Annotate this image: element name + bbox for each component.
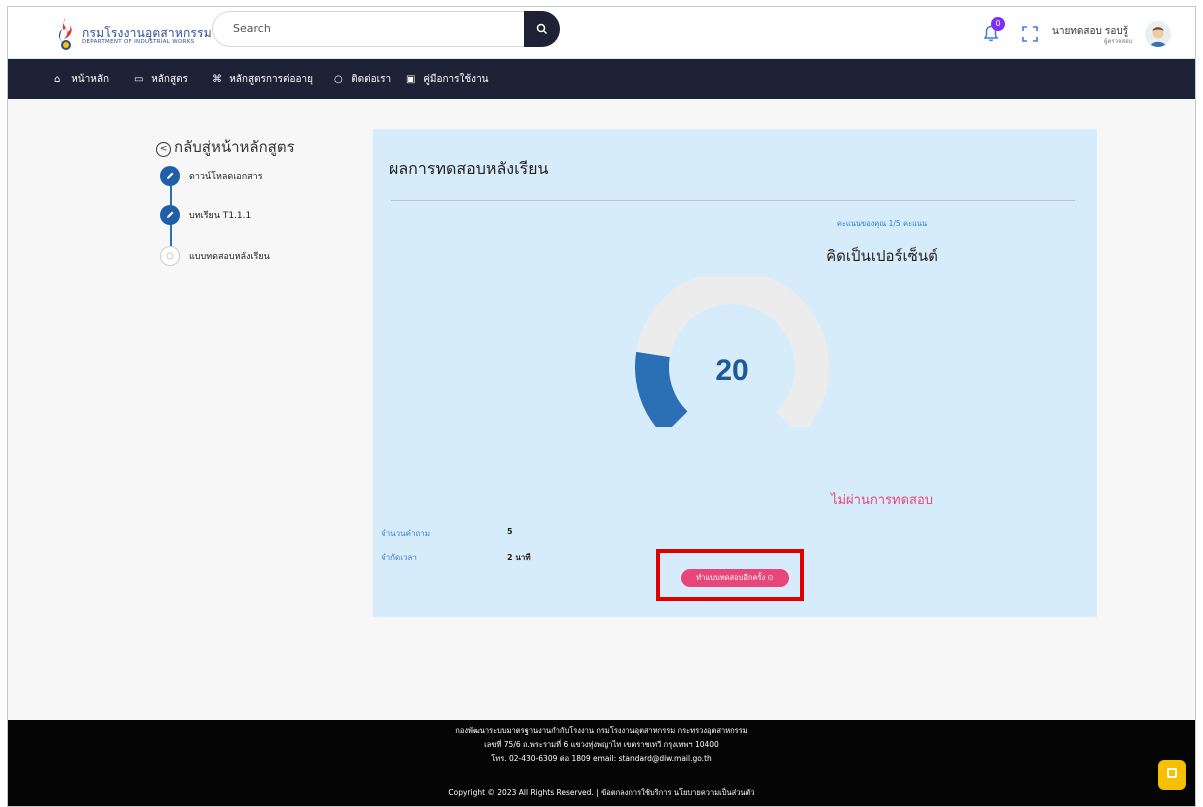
nav-item-courses[interactable]: ▭ หลักสูตร: [134, 72, 188, 87]
pencil-icon: [160, 205, 180, 225]
step-label: แบบทดสอบหลังเรียน: [189, 252, 270, 262]
user-avatar-icon: [1145, 21, 1171, 47]
footer-copyright[interactable]: Copyright © 2023 All Rights Reserved. | …: [8, 787, 1195, 799]
radio-circle-icon: [160, 246, 180, 266]
footer-org: กองพัฒนาระบบมาตรฐานงานกำกับโรงงาน กรมโรง…: [455, 726, 748, 735]
questions-value: 5: [507, 527, 513, 536]
flame-logo-icon: [58, 17, 72, 50]
nav-item-manual[interactable]: ▣ คู่มือการใช้งาน: [406, 72, 489, 87]
back-arrow-icon: <: [156, 142, 171, 157]
chat-icon: ○: [334, 74, 343, 85]
top-header: กรมโรงงานอุตสาหกรรม DEPARTMENT OF INDUST…: [8, 7, 1195, 59]
score-text: คะแนนของคุณ 1/5 คะแนน: [836, 219, 928, 228]
diw-logo[interactable]: กรมโรงงานอุตสาหกรรม DEPARTMENT OF INDUST…: [52, 15, 212, 53]
search-input[interactable]: Search: [233, 22, 271, 35]
nav-item-label: หลักสูตรการต่ออายุ: [229, 74, 313, 85]
status-text: ไม่ผ่านการทดสอบ: [830, 493, 934, 508]
search-button[interactable]: [524, 11, 560, 47]
retry-label: ทำแบบทดสอบอีกครั้ง: [696, 573, 766, 582]
nav-item-label: หลักสูตร: [151, 74, 188, 85]
test-result-panel: ผลการทดสอบหลังเรียน คะแนนของคุณ 1/5 คะแน…: [373, 129, 1097, 617]
pencil-icon: [160, 166, 180, 186]
page-title: ผลการทดสอบหลังเรียน: [389, 159, 549, 178]
user-role: ผู้ตรวจสอบ: [1104, 38, 1133, 45]
footer-address: เลขที่ 75/6 ถ.พระรามที่ 6 แขวงทุ่งพญาไท …: [484, 740, 719, 749]
manual-icon: ▣: [406, 74, 416, 85]
home-icon: ⌂: [54, 74, 61, 85]
footer-contact: โทร. 02-430-6309 ต่อ 1809 email: standar…: [491, 754, 712, 763]
arrow-circle-icon: ⊙: [767, 573, 774, 582]
step-post-test[interactable]: แบบทดสอบหลังเรียน: [160, 246, 320, 266]
percent-label: คิดเป็นเปอร์เซ็นต์: [826, 247, 938, 265]
highlight-box: ทำแบบทดสอบอีกครั้ง ⊙: [656, 549, 804, 601]
retry-test-button[interactable]: ทำแบบทดสอบอีกครั้ง ⊙: [681, 569, 789, 587]
score-gauge: [635, 277, 829, 427]
command-icon: ⌘: [212, 74, 222, 85]
fullscreen-button[interactable]: [1022, 26, 1038, 42]
main-nav: ⌂ หน้าหลัก ▭ หลักสูตร ⌘ หลักสูตรการต่ออา…: [8, 59, 1195, 99]
notification-badge: 0: [991, 17, 1005, 31]
back-label: กลับสู่หน้าหลักสูตร: [174, 138, 295, 156]
step-download-documents[interactable]: ดาวน์โหลดเอกสาร: [160, 166, 320, 186]
step-label: ดาวน์โหลดเอกสาร: [189, 172, 263, 182]
nav-item-label: คู่มือการใช้งาน: [423, 74, 489, 85]
nav-item-home[interactable]: ⌂ หน้าหลัก: [54, 72, 109, 87]
divider: [391, 200, 1075, 201]
time-limit-value: 2 นาที: [507, 553, 531, 562]
nav-item-label: หน้าหลัก: [71, 74, 110, 85]
step-lesson[interactable]: บทเรียน T1.1.1: [160, 205, 320, 225]
questions-label: จำนวนคำถาม: [381, 529, 431, 538]
footer: กองพัฒนาระบบมาตรฐานงานกำกับโรงงาน กรมโรง…: [8, 720, 1195, 806]
back-to-course-link[interactable]: < กลับสู่หน้าหลักสูตร: [156, 135, 295, 159]
search-icon: [536, 23, 548, 35]
chat-bubble-icon: [1167, 768, 1177, 778]
browser-frame: กรมโรงงานอุตสาหกรรม DEPARTMENT OF INDUST…: [7, 6, 1196, 807]
chat-widget-button[interactable]: [1158, 760, 1186, 790]
logo-english-text: DEPARTMENT OF INDUSTRIAL WORKS: [82, 39, 195, 45]
nav-item-label: ติดต่อเรา: [351, 74, 392, 85]
nav-item-renewal-courses[interactable]: ⌘ หลักสูตรการต่ออายุ: [212, 72, 313, 87]
nav-item-contact[interactable]: ○ ติดต่อเรา: [334, 72, 391, 87]
time-limit-label: จำกัดเวลา: [381, 553, 417, 562]
fullscreen-icon: [1022, 26, 1038, 42]
avatar[interactable]: [1145, 21, 1171, 47]
notification-button[interactable]: 0: [981, 17, 1005, 45]
monitor-icon: ▭: [134, 74, 144, 85]
step-label: บทเรียน T1.1.1: [189, 211, 252, 221]
search-bar[interactable]: Search: [212, 11, 560, 47]
percent-value: 20: [715, 354, 749, 387]
